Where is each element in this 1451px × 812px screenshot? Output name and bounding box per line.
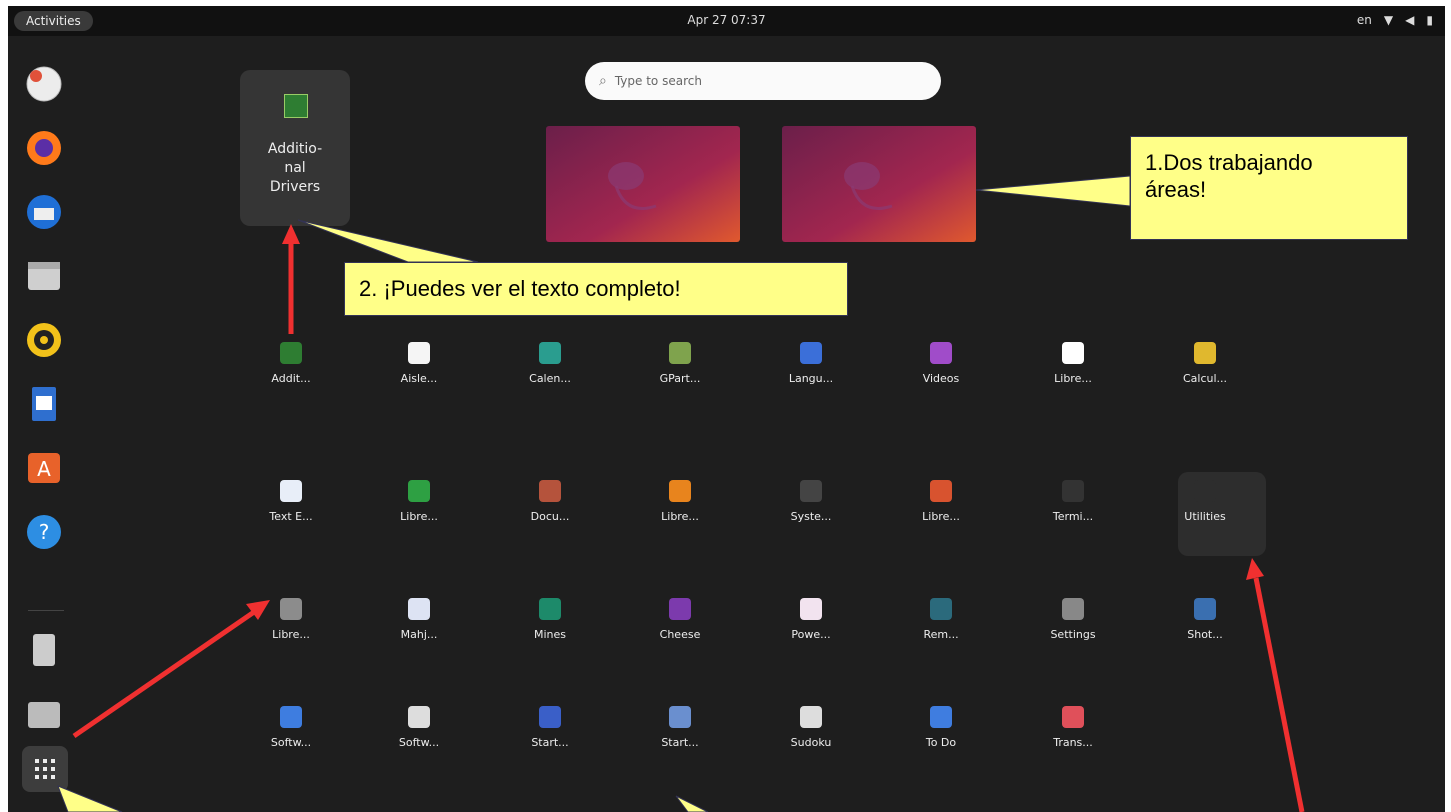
arrow-to-utilities [1253, 577, 1305, 812]
annotation-arrows [57, 175, 1305, 812]
arrow-to-grid [72, 609, 256, 739]
callout-1-pointer [975, 175, 1131, 207]
callout-2-pointer [297, 219, 479, 263]
arrow-to-utilities-head [1246, 558, 1264, 580]
desktop-screen: Activities Apr 27 07:37 en ▼ ◀ ▮ A ? ⌕ T… [8, 6, 1445, 812]
callout-3-pointer [57, 785, 123, 812]
arrow-up-folder-head [282, 224, 300, 244]
callout-4-pointer [675, 795, 709, 812]
